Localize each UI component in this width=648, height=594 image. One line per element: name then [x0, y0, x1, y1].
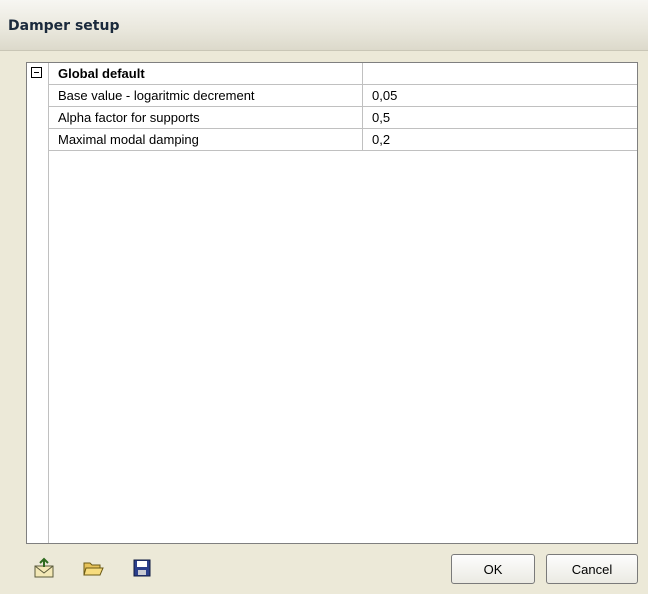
- export-button[interactable]: [30, 554, 58, 582]
- open-button[interactable]: [79, 554, 107, 582]
- property-name: Alpha factor for supports: [49, 107, 363, 128]
- export-icon: [34, 557, 54, 578]
- property-name: Base value - logaritmic decrement: [49, 85, 363, 106]
- save-button[interactable]: [128, 554, 156, 582]
- collapse-icon[interactable]: [31, 67, 42, 78]
- table-row[interactable]: Maximal modal damping 0,2: [49, 129, 637, 151]
- property-name: Maximal modal damping: [49, 129, 363, 150]
- property-value-field[interactable]: 0,2: [363, 129, 637, 150]
- group-row-global-default[interactable]: Global default: [49, 63, 637, 85]
- window-title: Damper setup: [8, 18, 120, 34]
- title-bar: Damper setup: [0, 0, 648, 51]
- property-value-field[interactable]: 0,5: [363, 107, 637, 128]
- tree-column: [27, 63, 49, 543]
- table-row[interactable]: Alpha factor for supports 0,5: [49, 107, 637, 129]
- group-label: Global default: [49, 63, 363, 84]
- save-icon: [133, 559, 151, 577]
- open-folder-icon: [83, 562, 104, 576]
- property-grid: Global default Base value - logaritmic d…: [26, 62, 638, 544]
- ok-button[interactable]: OK: [451, 554, 535, 584]
- property-value-field[interactable]: 0,05: [363, 85, 637, 106]
- table-row[interactable]: Base value - logaritmic decrement 0,05: [49, 85, 637, 107]
- group-value: [363, 63, 637, 84]
- cancel-button[interactable]: Cancel: [546, 554, 638, 584]
